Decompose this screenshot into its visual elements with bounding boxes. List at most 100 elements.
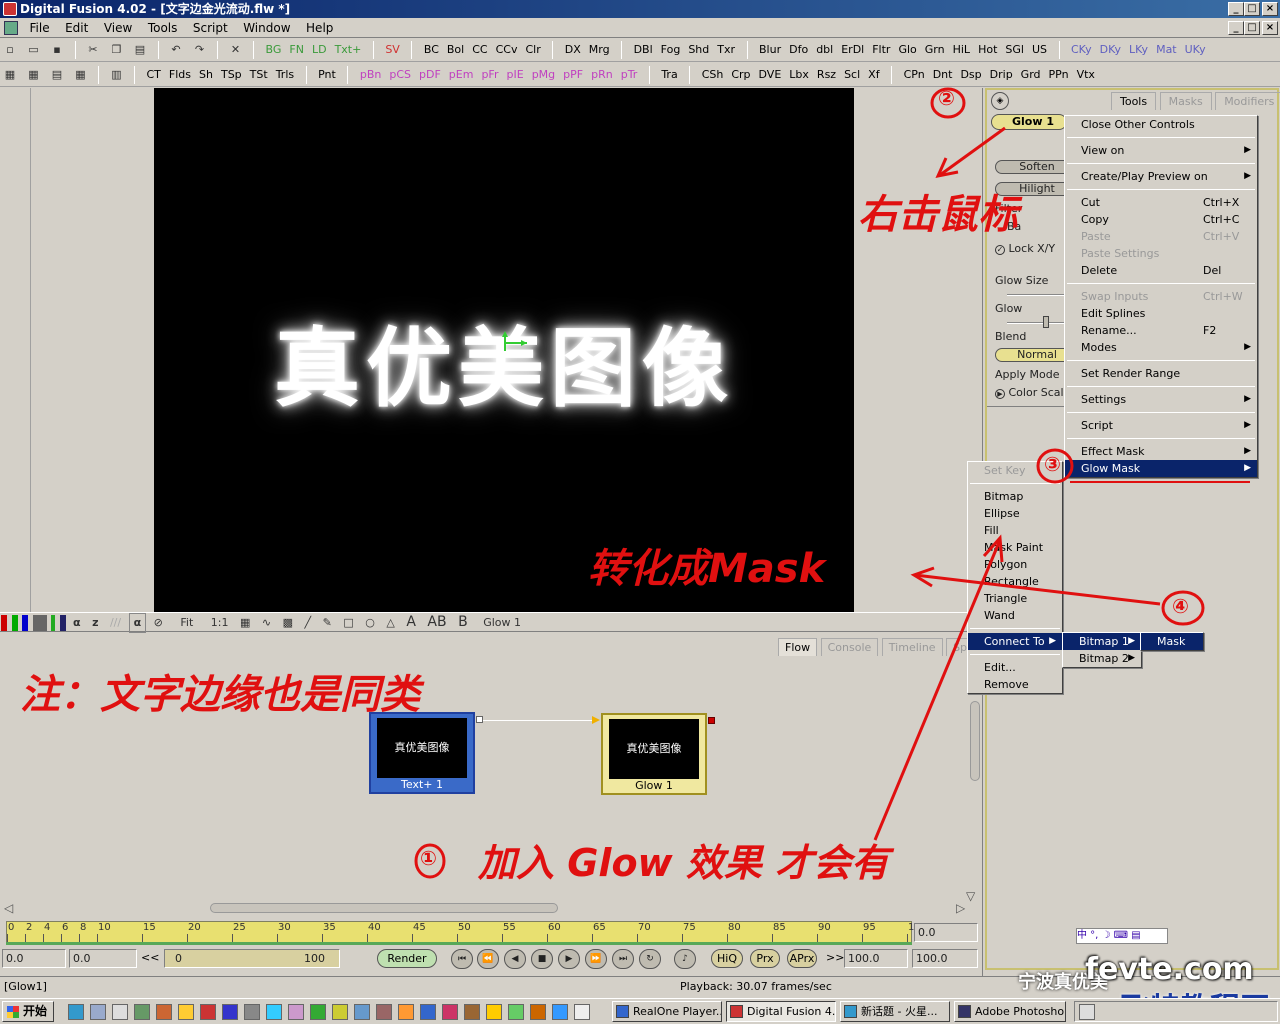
tool-button-bol[interactable]: Bol	[443, 39, 468, 61]
tool-button-pcs[interactable]: pCS	[385, 64, 415, 86]
quicklaunch-18-icon[interactable]	[442, 1004, 458, 1020]
quicklaunch-7-icon[interactable]	[200, 1004, 216, 1020]
tool-button-grd[interactable]: Grd	[1017, 64, 1045, 86]
tool-button-ld[interactable]: LD	[308, 39, 331, 61]
doc-minimize-button[interactable]: _	[1228, 21, 1244, 35]
tool-button-ct[interactable]: CT	[143, 64, 165, 86]
step-forward-icon[interactable]: ⏩	[585, 949, 607, 969]
tool-button-cpn[interactable]: CPn	[900, 64, 929, 86]
ruler-end-field[interactable]: 0.0	[914, 923, 978, 942]
ratio-button[interactable]: 1:1	[207, 614, 233, 632]
render-end-field[interactable]: 100.0	[844, 949, 908, 968]
tool-button-hil[interactable]: HiL	[949, 39, 974, 61]
tool-button-prn[interactable]: pRn	[587, 64, 617, 86]
blend-slider[interactable]	[1007, 322, 1067, 324]
menu-item-cut[interactable]: Cut Ctrl+X	[1065, 194, 1257, 211]
tool-button-rsz[interactable]: Rsz	[813, 64, 840, 86]
tool-button-sgl[interactable]: SGl	[1001, 39, 1028, 61]
quicklaunch-20-icon[interactable]	[486, 1004, 502, 1020]
pen-icon[interactable]: ╱	[301, 614, 316, 632]
tool-button-uky[interactable]: UKy	[1181, 39, 1210, 61]
quicklaunch-22-icon[interactable]	[530, 1004, 546, 1020]
tool-button-dky[interactable]: DKy	[1096, 39, 1125, 61]
menu-window[interactable]: Window	[237, 18, 296, 38]
spline-icon[interactable]: ∿	[258, 614, 275, 632]
step-back-icon[interactable]: ⏪	[477, 949, 499, 969]
tool-button-pdf[interactable]: pDF	[415, 64, 445, 86]
alpha-channel-button[interactable]: α	[69, 614, 85, 632]
menu-file[interactable]: File	[24, 18, 56, 38]
minimize-button[interactable]: _	[1228, 2, 1244, 16]
menu-item-rectangle[interactable]: Rectangle	[968, 573, 1062, 590]
tool-button-ptr[interactable]: pTr	[617, 64, 642, 86]
menu-item-bitmap-1[interactable]: Bitmap 1 ▶	[1063, 633, 1141, 650]
quicklaunch-9-icon[interactable]	[244, 1004, 260, 1020]
menu-item-effect-mask[interactable]: Effect Mask ▶	[1065, 443, 1257, 460]
text-plus-node[interactable]: 真优美图像 Text+ 1	[369, 712, 475, 794]
menu-item-create-play-preview-on[interactable]: Create/Play Preview on ▶	[1065, 168, 1257, 185]
doc-close-button[interactable]: ×	[1262, 21, 1278, 35]
menu-view[interactable]: View	[98, 18, 138, 38]
tool-button-xf[interactable]: Xf	[864, 64, 883, 86]
tool-button-hot[interactable]: Hot	[974, 39, 1001, 61]
layout-4-icon[interactable]: ▦	[71, 64, 91, 86]
green-channel-button[interactable]	[11, 615, 18, 631]
range-slider[interactable]: 0 100	[164, 949, 340, 968]
play-icon[interactable]: ▶	[558, 949, 580, 969]
glow-size-slider[interactable]	[1007, 294, 1067, 296]
redo-icon[interactable]: ↷	[190, 39, 210, 61]
glow-node[interactable]: 真优美图像 Glow 1	[601, 713, 707, 795]
hiq-button[interactable]: HiQ	[711, 949, 743, 968]
menu-item-close-other-controls[interactable]: Close Other Controls	[1065, 116, 1257, 133]
lock-xy-checkbox[interactable]: ✓ Lock X/Y	[995, 242, 1055, 255]
tool-button-crp[interactable]: Crp	[727, 64, 754, 86]
brush-icon[interactable]: ✎	[319, 614, 336, 632]
audio-icon[interactable]: ♪	[674, 949, 696, 969]
z-channel-button[interactable]: z	[88, 614, 102, 632]
tool-button-pie[interactable]: pIE	[503, 64, 528, 86]
menu-item-mask-paint[interactable]: Mask Paint	[968, 539, 1062, 556]
tool-button-flds[interactable]: Flds	[165, 64, 195, 86]
tab-timeline[interactable]: Timeline	[881, 638, 943, 656]
link-icon[interactable]: ⊘	[150, 614, 167, 632]
fit-button[interactable]: Fit	[170, 614, 203, 632]
tab-masks[interactable]: Masks	[1159, 92, 1212, 110]
text-node-output[interactable]	[476, 716, 483, 723]
tool-button-mat[interactable]: Mat	[1152, 39, 1181, 61]
notepad-icon[interactable]	[112, 1004, 128, 1020]
flow-vertical-scrollbar[interactable]	[970, 701, 980, 781]
go-start-icon[interactable]: ⏮	[451, 949, 473, 969]
quicklaunch-11-icon[interactable]	[288, 1004, 304, 1020]
tool-button-tst[interactable]: TSt	[246, 64, 272, 86]
tool-button-fog[interactable]: Fog	[657, 39, 685, 61]
scroll-left-icon[interactable]: ◁	[4, 901, 13, 915]
menu-item-paste[interactable]: Paste Ctrl+V	[1065, 228, 1257, 245]
menu-item-triangle[interactable]: Triangle	[968, 590, 1062, 607]
lut-button[interactable]: ///	[106, 614, 125, 632]
tool-button-drip[interactable]: Drip	[986, 64, 1017, 86]
buffer-a-button[interactable]: A	[402, 613, 420, 631]
menu-item-set-render-range[interactable]: Set Render Range	[1065, 365, 1257, 382]
grid-icon[interactable]: ▩	[279, 614, 297, 632]
menu-item-script[interactable]: Script ▶	[1065, 417, 1257, 434]
tool-button-lky[interactable]: LKy	[1125, 39, 1152, 61]
tool-button-dnt[interactable]: Dnt	[929, 64, 957, 86]
quicklaunch-10-icon[interactable]	[266, 1004, 282, 1020]
render-start-field[interactable]: 0.0	[69, 949, 137, 968]
tool-button-pmg[interactable]: pMg	[528, 64, 559, 86]
task-photoshop[interactable]: Adobe Photoshop	[954, 1001, 1066, 1022]
menu-help[interactable]: Help	[300, 18, 339, 38]
menu-item-remove[interactable]: Remove	[968, 676, 1062, 693]
menu-item-mask[interactable]: Mask	[1141, 633, 1203, 650]
menu-tools[interactable]: Tools	[142, 18, 184, 38]
quicklaunch-24-icon[interactable]	[574, 1004, 590, 1020]
menu-item-glow-mask[interactable]: Glow Mask ▶	[1065, 460, 1257, 477]
time-ruler[interactable]: 0 2 4 6 8 10 15 20 25 30 35 40 45 50 55 60 65 70 75 80 85 90 9…	[6, 921, 921, 943]
global-end-field[interactable]: 100.0	[912, 949, 978, 968]
task-digital-fusion[interactable]: Digital Fusion 4...	[726, 1001, 836, 1022]
save-icon[interactable]: ▪	[47, 39, 67, 61]
quicklaunch-23-icon[interactable]	[552, 1004, 568, 1020]
menu-item-edit[interactable]: Edit...	[968, 659, 1062, 676]
rectangle-tool-icon[interactable]: □	[339, 614, 357, 632]
new-file-icon[interactable]: ▫	[0, 39, 20, 61]
